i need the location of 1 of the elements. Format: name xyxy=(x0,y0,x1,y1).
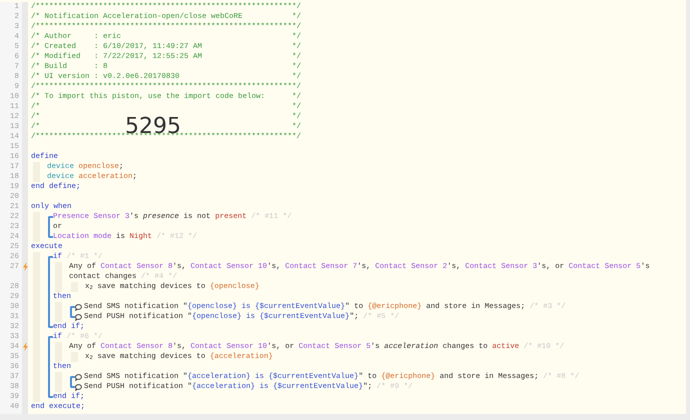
lightning-icon xyxy=(22,263,28,271)
